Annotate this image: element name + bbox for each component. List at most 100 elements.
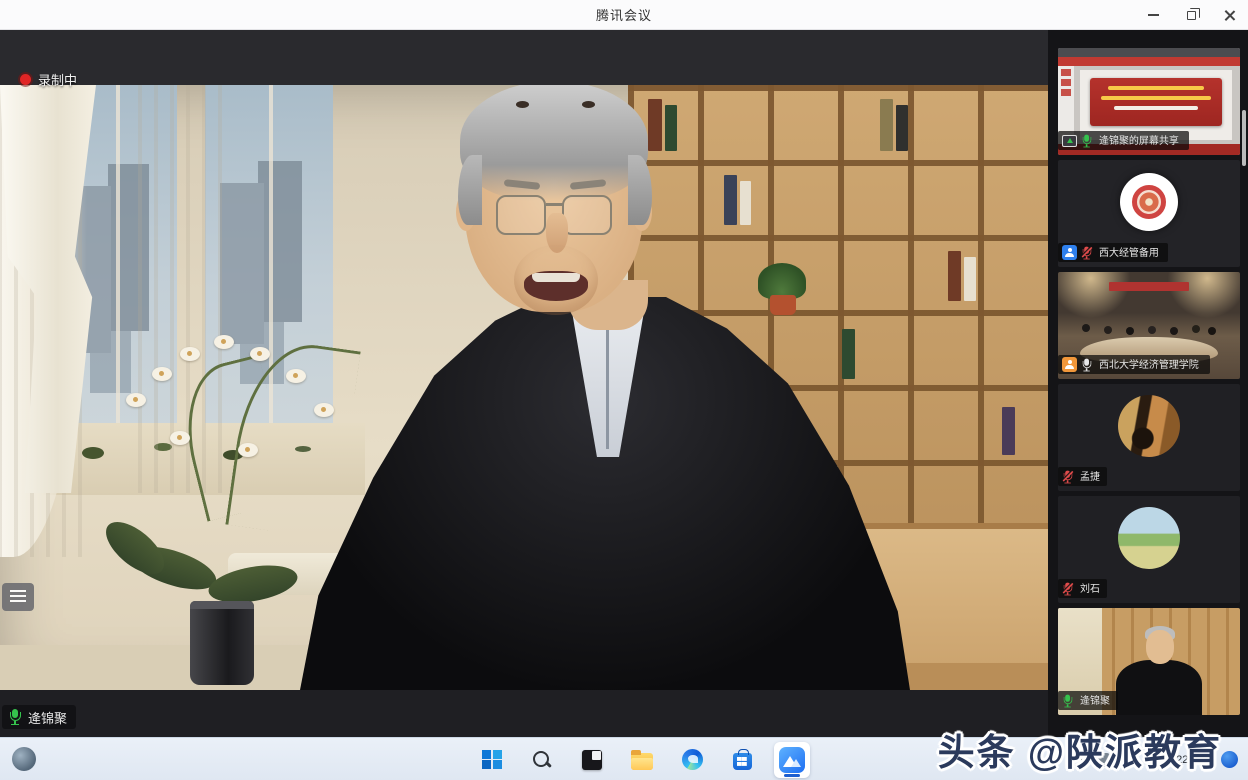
mini-speaker-head — [1146, 630, 1174, 664]
widgets-icon[interactable] — [12, 747, 36, 771]
participants-sidebar: 逄锦聚的屏幕共享 西大经管备用 西北大学经济管理学院 — [1048, 30, 1248, 737]
mic-muted-icon — [1062, 582, 1073, 595]
search-button[interactable] — [524, 742, 560, 778]
system-tray: 中 2022/11/5 — [1075, 738, 1238, 780]
search-icon — [532, 750, 552, 770]
dark-app-button[interactable] — [574, 742, 610, 778]
participant-label: 孟捷 — [1058, 467, 1107, 486]
mic-muted-icon — [1062, 470, 1073, 483]
restore-button[interactable] — [1172, 0, 1210, 30]
ime-indicator[interactable]: 中 — [1142, 750, 1155, 769]
participant-name: 西北大学经济管理学院 — [1099, 357, 1199, 371]
book-spine — [964, 257, 976, 301]
browser-chrome — [1058, 48, 1240, 57]
jacket-zipper — [606, 321, 609, 449]
participant-thumb-screen-share[interactable]: 逄锦聚的屏幕共享 — [1058, 48, 1240, 155]
recording-label: 录制中 — [38, 70, 77, 89]
microsoft-store-button[interactable] — [724, 742, 760, 778]
clock[interactable]: 2022/11/5 — [1164, 750, 1212, 768]
main-video-stage: 录制中 — [0, 30, 1048, 737]
avatar — [1120, 173, 1178, 231]
close-icon — [1224, 10, 1235, 21]
floor — [0, 645, 340, 690]
title-bar: 腾讯会议 — [0, 0, 1248, 30]
book-spine — [948, 251, 961, 301]
avatar — [1118, 395, 1180, 457]
participant-thumb[interactable]: 孟捷 — [1058, 384, 1240, 491]
tencent-meeting-taskbar-button[interactable] — [774, 742, 810, 778]
mouth-open — [524, 271, 588, 301]
letterbox-top — [0, 30, 1048, 85]
mic-on-icon — [8, 709, 22, 725]
ppt-ribbon — [1058, 57, 1240, 66]
list-icon — [10, 590, 26, 604]
flower-vase — [190, 601, 254, 685]
tencent-meeting-icon — [779, 747, 805, 773]
tencent-meeting-window: 腾讯会议 录制中 — [0, 0, 1248, 780]
mic-icon — [1081, 358, 1092, 371]
eye — [516, 101, 529, 108]
edge-icon — [682, 749, 703, 770]
restore-icon — [1187, 11, 1196, 20]
mic-muted-icon — [1081, 246, 1092, 259]
hair-side — [458, 155, 482, 225]
minimize-button[interactable] — [1134, 0, 1172, 30]
participant-label: 西北大学经济管理学院 — [1058, 355, 1210, 374]
participant-label: 逄锦聚的屏幕共享 — [1058, 131, 1189, 150]
start-button[interactable] — [474, 742, 510, 778]
member-badge-icon — [1062, 357, 1077, 372]
participant-name: 刘石 — [1080, 581, 1100, 595]
mic-on-icon — [1081, 134, 1092, 147]
main-video-feed — [0, 85, 1048, 690]
sidebar-scrollbar[interactable] — [1242, 110, 1246, 166]
university-seal-icon — [1132, 185, 1166, 219]
close-button[interactable] — [1210, 0, 1248, 30]
letterbox-bottom — [0, 690, 1048, 737]
store-bag-icon — [733, 753, 752, 770]
speaker-name-tag: 逄锦聚 — [2, 705, 76, 729]
participant-thumb[interactable]: 西北大学经济管理学院 — [1058, 272, 1240, 379]
member-badge-icon — [1062, 245, 1077, 260]
participant-label: 刘石 — [1058, 579, 1107, 598]
avatar — [1118, 507, 1180, 569]
conference-attendees — [1082, 324, 1090, 332]
participant-name: 孟捷 — [1080, 469, 1100, 483]
participant-thumb[interactable]: 西大经管备用 — [1058, 160, 1240, 267]
slide-title-box — [1090, 78, 1222, 126]
participant-name: 逄锦聚的屏幕共享 — [1099, 133, 1179, 147]
mini-speaker-body — [1116, 660, 1202, 715]
tray-app-icon[interactable] — [1096, 753, 1110, 767]
participant-name: 西大经管备用 — [1099, 245, 1159, 259]
tray-app-icon[interactable] — [1119, 753, 1133, 767]
participant-thumb[interactable]: 刘石 — [1058, 496, 1240, 603]
participant-thumb-speaker-video[interactable]: 逄锦聚 — [1058, 608, 1240, 715]
recording-dot-icon — [20, 74, 31, 85]
speaker — [300, 85, 910, 690]
edge-button[interactable] — [674, 742, 710, 778]
folder-icon — [631, 753, 653, 770]
participant-label: 西大经管备用 — [1058, 243, 1168, 262]
layout-toggle-button[interactable] — [2, 583, 34, 611]
book-spine — [1002, 407, 1015, 455]
mic-on-icon — [1062, 694, 1073, 707]
file-explorer-button[interactable] — [624, 742, 660, 778]
windows-logo-icon — [482, 750, 502, 770]
dark-app-icon — [582, 750, 602, 770]
taskbar-center — [474, 738, 810, 780]
tray-chevron-icon[interactable] — [1075, 755, 1085, 765]
speaker-name: 逄锦聚 — [28, 708, 67, 727]
window-title: 腾讯会议 — [596, 5, 652, 24]
screen-share-icon — [1062, 135, 1077, 147]
grey-hair — [460, 85, 648, 201]
eye — [582, 101, 595, 108]
participant-label: 逄锦聚 — [1058, 691, 1118, 710]
minimize-icon — [1148, 14, 1159, 16]
notification-badge-icon[interactable] — [1221, 751, 1238, 768]
hair-side — [628, 155, 652, 225]
window-controls — [1134, 0, 1248, 30]
tray-date: 2022/11/5 — [1164, 754, 1212, 766]
participant-name: 逄锦聚 — [1080, 693, 1110, 707]
recording-indicator: 录制中 — [20, 70, 77, 89]
slide-canvas — [1080, 70, 1232, 140]
windows-taskbar: 中 2022/11/5 — [0, 737, 1248, 780]
